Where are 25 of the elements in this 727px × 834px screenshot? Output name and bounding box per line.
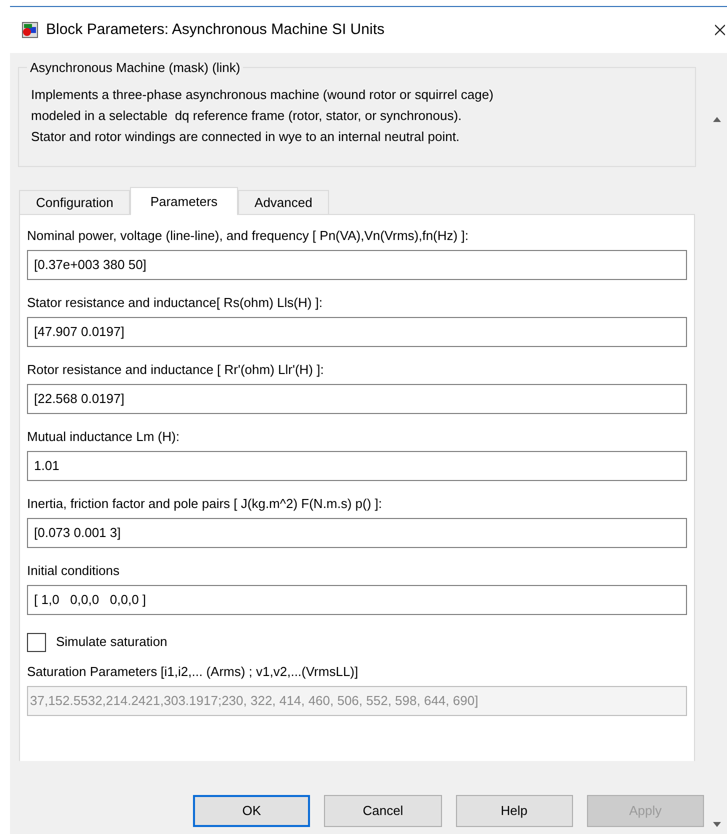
field-label: Mutual inductance Lm (H):	[27, 428, 180, 446]
field-label: Saturation Parameters [i1,i2,... (Arms) ; v1,v2,...(VrmsLL)]	[27, 663, 360, 681]
input-field[interactable]: [ 1,0 0,0,0 0,0,0 ]	[27, 585, 687, 615]
field-label: Nominal power, voltage (line-line), and frequency [ Pn(VA),Vn(Vrms),fn(Hz) ]:	[27, 227, 470, 245]
tab[interactable]: Configuration	[19, 190, 130, 214]
dialog-button[interactable]: Help	[456, 795, 573, 827]
field-label: Rotor resistance and inductance [ Rr'(ohm) Llr'(H) ]:	[27, 361, 325, 379]
dialog-button[interactable]: Cancel	[324, 795, 442, 827]
window-title: Block Parameters: Asynchronous Machine SI Units	[46, 20, 384, 40]
field-label: Initial conditions	[27, 562, 120, 580]
input-field[interactable]: 1.01	[27, 451, 687, 481]
close-icon[interactable]	[715, 24, 725, 36]
field-label: Stator resistance and inductance[ Rs(ohm) Lls(H) ]:	[27, 294, 324, 312]
tab[interactable]: Advanced	[238, 190, 330, 214]
field-label: Inertia, friction factor and pole pairs [ J(kg.m^2) F(N.m.s) p() ]:	[27, 495, 384, 513]
input-field[interactable]: [22.568 0.0197]	[27, 384, 687, 414]
app-icon	[22, 22, 38, 38]
dialog-button[interactable]: OK	[193, 795, 310, 827]
input-field[interactable]: [47.907 0.0197]	[27, 317, 687, 347]
tab[interactable]: Parameters	[130, 187, 238, 215]
checkbox[interactable]	[27, 632, 46, 652]
checkbox-label: Simulate saturation	[56, 633, 168, 652]
input-field[interactable]: [0.073 0.001 3]	[27, 518, 687, 548]
input-field[interactable]: [0.37e+003 380 50]	[27, 250, 687, 280]
description-text: Implements a three-phase asynchronous machine (wound rotor or squirrel cage) modeled in a selectable dq reference frame (rotor, stator, or synchronous). Stator and rotor windings are connected in wye to an internal neutral point.	[31, 86, 494, 146]
